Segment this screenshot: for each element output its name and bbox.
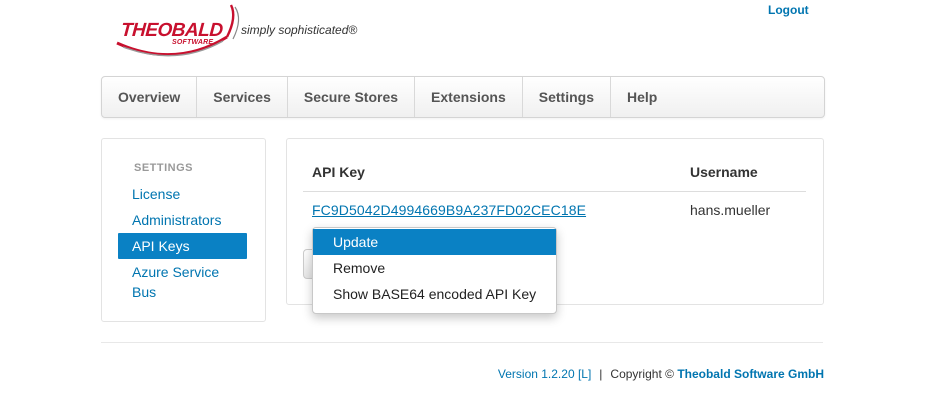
nav-settings[interactable]: Settings: [523, 77, 611, 117]
company-link[interactable]: Theobald Software GmbH: [677, 367, 824, 381]
footer-divider: [101, 342, 823, 343]
main-navbar: Overview Services Secure Stores Extensio…: [101, 76, 825, 118]
nav-extensions[interactable]: Extensions: [415, 77, 523, 117]
column-header-api-key: API Key: [312, 164, 365, 180]
menu-item-show-base64[interactable]: Show BASE64 encoded API Key: [313, 281, 556, 307]
footer-separator: |: [599, 367, 603, 381]
menu-item-remove[interactable]: Remove: [313, 255, 556, 281]
version-link[interactable]: Version 1.2.20 [L]: [498, 367, 591, 381]
sidebar-item-api-keys[interactable]: API Keys: [118, 233, 247, 259]
nav-services[interactable]: Services: [197, 77, 288, 117]
sidebar-item-license[interactable]: License: [118, 184, 247, 204]
sidebar-item-azure-service-bus[interactable]: Azure Service Bus: [118, 262, 247, 302]
logo-subtitle: SOFTWARE: [172, 39, 214, 46]
sidebar-header: SETTINGS: [134, 162, 194, 174]
column-header-username: Username: [690, 164, 758, 180]
nav-overview[interactable]: Overview: [102, 77, 198, 117]
sidebar-item-administrators[interactable]: Administrators: [118, 210, 247, 230]
footer: Version 1.2.20 [L] | Copyright © Theobald …: [498, 367, 824, 381]
nav-secure-stores[interactable]: Secure Stores: [288, 77, 416, 117]
table-header-divider: [303, 191, 806, 192]
menu-item-update[interactable]: Update: [313, 229, 556, 255]
page: THEOBALD SOFTWARE simply sophisticated® …: [0, 0, 928, 408]
logout-link[interactable]: Logout: [768, 3, 809, 17]
theobald-logo[interactable]: THEOBALD SOFTWARE simply sophisticated®: [115, 3, 365, 63]
username-cell: hans.mueller: [690, 202, 771, 218]
copyright-text: Copyright ©: [610, 367, 674, 381]
api-key-context-menu: Update Remove Show BASE64 encoded API Ke…: [312, 227, 557, 314]
nav-help[interactable]: Help: [611, 77, 673, 117]
api-key-link[interactable]: FC9D5042D4994669B9A237FD02CEC18E: [312, 202, 586, 218]
settings-sidebar: SETTINGS License Administrators API Keys…: [101, 138, 266, 322]
logo-tagline: simply sophisticated®: [241, 23, 358, 37]
